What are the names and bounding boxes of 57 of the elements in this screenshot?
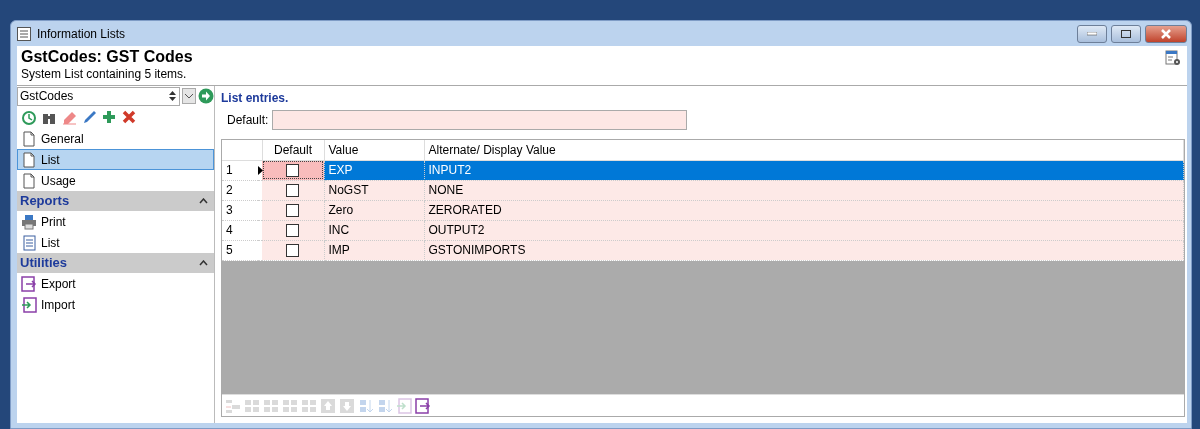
- page-icon: [21, 151, 37, 168]
- section-header[interactable]: Utilities: [17, 253, 214, 273]
- nav-item[interactable]: Usage: [17, 170, 214, 191]
- nav-item[interactable]: Import: [17, 294, 214, 315]
- column-header[interactable]: Value: [324, 140, 424, 160]
- delete-icon[interactable]: [121, 108, 137, 126]
- default-field[interactable]: [272, 110, 688, 130]
- column-header[interactable]: Alternate/ Display Value: [424, 140, 1184, 160]
- list-subtitle: System List containing 5 items.: [21, 67, 188, 81]
- section-header[interactable]: Reports: [17, 191, 214, 211]
- list-icon: [21, 234, 37, 251]
- import-icon: [21, 296, 37, 313]
- plus-icon[interactable]: [101, 108, 117, 126]
- page-icon: [21, 130, 37, 147]
- checkbox[interactable]: [286, 223, 300, 237]
- export-icon[interactable]: [415, 397, 431, 414]
- selector-field[interactable]: GstCodes: [17, 86, 180, 106]
- history-icon[interactable]: [21, 108, 37, 126]
- table-cell: NONE: [424, 180, 1184, 200]
- maximize-icon: [1121, 29, 1131, 38]
- nav-item[interactable]: List: [17, 232, 214, 253]
- settings-icon[interactable]: [1165, 50, 1181, 66]
- checkbox[interactable]: [286, 243, 300, 257]
- table-cell: GSTONIMPORTS: [424, 240, 1184, 260]
- checkbox[interactable]: [286, 183, 300, 197]
- nav-item[interactable]: List: [17, 149, 214, 170]
- section-heading: List entries.: [221, 90, 290, 107]
- export-icon: [21, 275, 37, 292]
- row-number: 4: [222, 220, 258, 240]
- printer-icon: [21, 213, 37, 230]
- field-label: Default:: [227, 112, 269, 129]
- column-header[interactable]: Default: [262, 140, 324, 160]
- table-cell: INPUT2: [424, 160, 1184, 180]
- table-cell: ZERORATED: [424, 200, 1184, 220]
- spin-icon[interactable]: [168, 89, 177, 103]
- table-cell: OUTPUT2: [424, 220, 1184, 240]
- close-button[interactable]: [1145, 24, 1187, 43]
- row-number: 5: [222, 240, 258, 260]
- row-number: 3: [222, 200, 258, 220]
- close-icon: [1160, 28, 1172, 39]
- dropdown-icon[interactable]: [182, 88, 196, 104]
- list-title: GstCodes: GST Codes: [21, 47, 193, 67]
- pencil-icon[interactable]: [81, 108, 97, 126]
- list-icon: [17, 26, 31, 41]
- window-title: Information Lists: [37, 25, 127, 43]
- collapse-icon[interactable]: [199, 198, 208, 204]
- nav-item[interactable]: General: [17, 128, 214, 149]
- row-number: 2: [222, 180, 258, 200]
- collapse-icon[interactable]: [199, 260, 208, 266]
- go-icon[interactable]: [198, 88, 214, 104]
- nav-item[interactable]: Export: [17, 273, 214, 294]
- minimize-icon: [1087, 31, 1097, 36]
- nav-item[interactable]: Print: [17, 211, 214, 232]
- maximize-button[interactable]: [1111, 24, 1141, 43]
- checkbox[interactable]: [286, 203, 300, 217]
- checkbox[interactable]: [286, 163, 300, 177]
- page-icon: [21, 172, 37, 189]
